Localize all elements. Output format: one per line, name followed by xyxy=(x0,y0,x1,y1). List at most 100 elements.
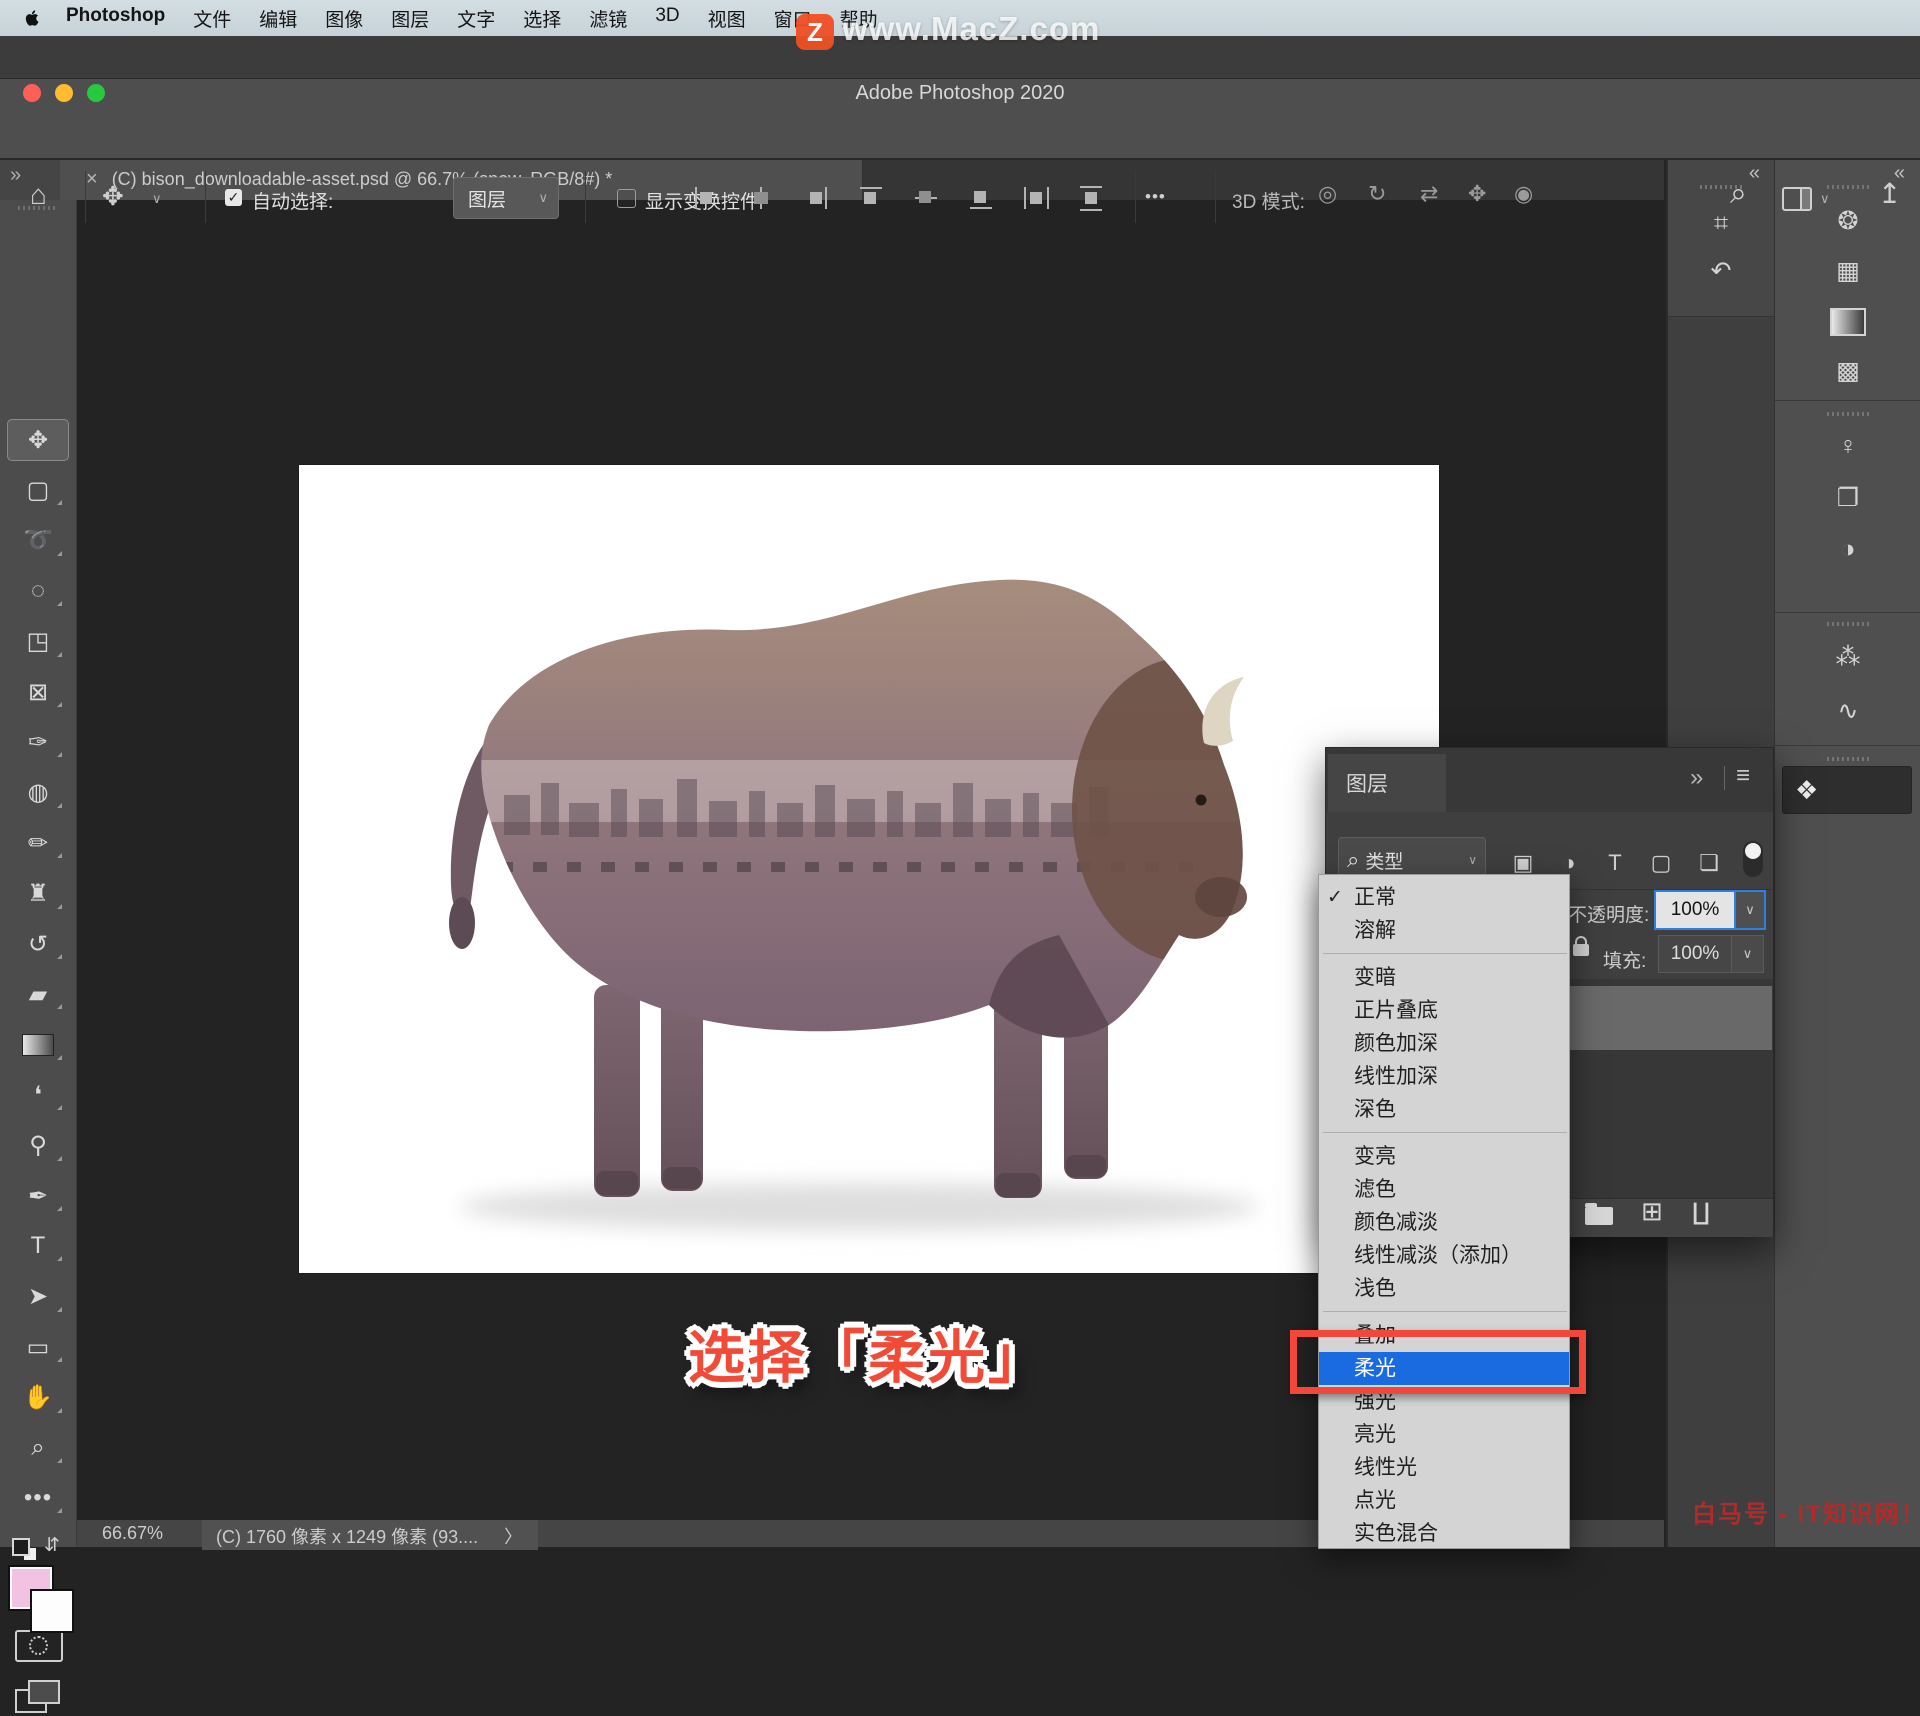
3d-roll-icon[interactable]: ↻ xyxy=(1368,181,1386,207)
align-center-h-icon[interactable] xyxy=(745,183,779,213)
align-top-icon[interactable] xyxy=(855,183,889,213)
align-right-icon[interactable] xyxy=(800,183,834,213)
move-tool-icon[interactable]: ✥ xyxy=(102,181,124,212)
share-icon[interactable]: ↥ xyxy=(1878,177,1901,210)
blend-mode-item[interactable]: 颜色加深 xyxy=(1319,1027,1569,1060)
blend-mode-item[interactable]: 线性加深 xyxy=(1319,1060,1569,1093)
apple-icon[interactable] xyxy=(22,7,42,29)
layers-panel-tab[interactable]: 图层 xyxy=(1328,754,1446,812)
align-middle-icon[interactable] xyxy=(910,183,944,213)
clone-stamp-tool[interactable]: ♜ xyxy=(0,873,76,915)
blend-mode-item[interactable]: 滤色 xyxy=(1319,1173,1569,1206)
show-transform-checkbox[interactable] xyxy=(617,189,636,208)
menubar-item-3[interactable]: 图像 xyxy=(325,5,363,32)
dodge-tool[interactable]: ⚲ xyxy=(0,1125,76,1167)
tab-close-icon[interactable]: × xyxy=(86,168,98,191)
panel-gradients-icon[interactable] xyxy=(1830,308,1866,336)
chevron-down-icon[interactable]: ∨ xyxy=(1731,936,1763,972)
dock-grip[interactable] xyxy=(1827,757,1869,761)
dock-grip[interactable] xyxy=(1827,412,1869,416)
opacity-input[interactable]: 100% ∨ xyxy=(1654,890,1766,930)
crop-tool[interactable]: ◳ xyxy=(0,621,76,663)
panel-learn-icon[interactable]: ♀ xyxy=(1775,429,1920,463)
workspace-icon[interactable] xyxy=(1782,187,1812,211)
panel-patterns-icon[interactable]: ▩ xyxy=(1775,354,1920,388)
type-tool[interactable]: T xyxy=(0,1225,76,1267)
brush-tool[interactable]: ✏ xyxy=(0,822,76,864)
hand-tool[interactable]: ✋ xyxy=(0,1377,76,1419)
status-chevron-icon[interactable]: 〉 xyxy=(504,1527,522,1547)
auto-select-target-dropdown[interactable]: 图层 ∨ xyxy=(453,177,559,219)
panel-3d-icon[interactable]: ⌗ xyxy=(1668,206,1774,240)
panel-collapse-icon[interactable]: » xyxy=(1690,764,1703,792)
3d-slide-icon[interactable]: ✥ xyxy=(1468,181,1486,207)
menubar-app-name[interactable]: Photoshop xyxy=(66,5,165,32)
menubar-item-5[interactable]: 文字 xyxy=(457,5,495,32)
menubar-item-9[interactable]: 视图 xyxy=(708,5,746,32)
menubar-item-1[interactable]: 文件 xyxy=(193,5,231,32)
gradient-tool[interactable] xyxy=(0,1024,76,1066)
panel-swatches-icon[interactable]: ▦ xyxy=(1775,254,1920,288)
pen-tool[interactable]: ✒ xyxy=(0,1175,76,1217)
panel-adjustments-icon[interactable]: ◑ xyxy=(1775,532,1920,566)
marquee-tool[interactable]: ▢ xyxy=(0,469,76,511)
3d-pan-icon[interactable]: ⇄ xyxy=(1420,181,1438,207)
dock-grip[interactable] xyxy=(1827,185,1869,189)
toolbar-more[interactable]: ••• xyxy=(0,1477,76,1519)
shape-tool[interactable]: ▭ xyxy=(0,1326,76,1368)
panel-history-icon[interactable]: ↶ xyxy=(1668,254,1774,288)
panel-layers-button[interactable]: ❖ xyxy=(1782,766,1912,814)
blend-mode-item[interactable]: 实色混合 xyxy=(1319,1517,1569,1550)
blend-mode-item[interactable]: 变暗 xyxy=(1319,961,1569,994)
move-tool[interactable]: ✥ xyxy=(7,419,69,461)
eraser-tool[interactable]: ▰ xyxy=(0,973,76,1015)
collapse-dock-icon[interactable]: « xyxy=(1749,162,1760,185)
path-select-tool[interactable]: ➤ xyxy=(0,1276,76,1318)
blend-mode-item[interactable]: 亮光 xyxy=(1319,1418,1569,1451)
filter-smart-object-icon[interactable]: ❏ xyxy=(1693,847,1725,879)
panel-libraries-icon[interactable]: ❐ xyxy=(1775,481,1920,515)
distribute-v-icon[interactable] xyxy=(1075,183,1109,213)
screen-mode-button[interactable] xyxy=(15,1680,65,1716)
distribute-h-icon[interactable] xyxy=(1020,183,1054,213)
default-colors-icon[interactable] xyxy=(12,1538,30,1556)
panel-menu-icon[interactable]: ≡ xyxy=(1736,762,1750,790)
menubar-item-8[interactable]: 3D xyxy=(655,5,679,32)
chevron-down-icon[interactable]: ∨ xyxy=(1734,892,1764,928)
quick-mask-button[interactable] xyxy=(15,1630,63,1662)
blend-mode-item[interactable]: 线性光 xyxy=(1319,1451,1569,1484)
menubar-item-2[interactable]: 编辑 xyxy=(259,5,297,32)
blend-mode-item[interactable]: 深色 xyxy=(1319,1093,1569,1126)
blend-mode-item[interactable]: 变亮 xyxy=(1319,1140,1569,1173)
3d-orbit-icon[interactable]: ◎ xyxy=(1318,181,1337,207)
object-selection-tool[interactable]: ◌ xyxy=(0,570,76,612)
zoom-tool[interactable]: ⌕ xyxy=(0,1427,76,1469)
healing-brush-tool[interactable]: ◍ xyxy=(0,772,76,814)
document-artboard[interactable] xyxy=(299,465,1439,1273)
history-brush-tool[interactable]: ↺ xyxy=(0,923,76,965)
new-group-icon[interactable] xyxy=(1585,1203,1613,1225)
search-icon[interactable]: ⌕ xyxy=(1730,177,1747,211)
frame-tool[interactable]: ⊠ xyxy=(0,671,76,713)
background-color-swatch[interactable] xyxy=(30,1589,74,1633)
align-left-icon[interactable] xyxy=(690,183,724,213)
blend-mode-item[interactable]: 正片叠底 xyxy=(1319,994,1569,1027)
delete-layer-icon[interactable]: ∐ xyxy=(1692,1198,1710,1227)
blur-tool[interactable]: ❛ xyxy=(0,1074,76,1116)
panel-paths-icon[interactable]: ∿ xyxy=(1775,694,1920,728)
panel-color-mixer-icon[interactable]: ⁂ xyxy=(1775,640,1920,674)
more-options-icon[interactable]: ••• xyxy=(1145,187,1166,207)
fill-input[interactable]: 100% ∨ xyxy=(1658,935,1764,973)
blend-mode-item[interactable]: 线性减淡（添加） xyxy=(1319,1239,1569,1272)
blend-mode-item[interactable]: 点光 xyxy=(1319,1484,1569,1517)
chevron-down-icon[interactable]: ∨ xyxy=(152,191,162,207)
blend-mode-item[interactable]: ✓ 正常 xyxy=(1319,881,1569,914)
new-layer-icon[interactable]: ⊞ xyxy=(1641,1196,1663,1227)
menubar-item-4[interactable]: 图层 xyxy=(391,5,429,32)
menubar-item-6[interactable]: 选择 xyxy=(523,5,561,32)
chevron-down-icon[interactable]: ∨ xyxy=(1820,191,1830,207)
blend-mode-item[interactable]: 浅色 xyxy=(1319,1272,1569,1305)
blend-mode-item[interactable]: 溶解 xyxy=(1319,914,1569,947)
swap-colors-icon[interactable]: ⇵ xyxy=(44,1534,60,1557)
eyedropper-tool[interactable]: ✑ xyxy=(0,721,76,763)
